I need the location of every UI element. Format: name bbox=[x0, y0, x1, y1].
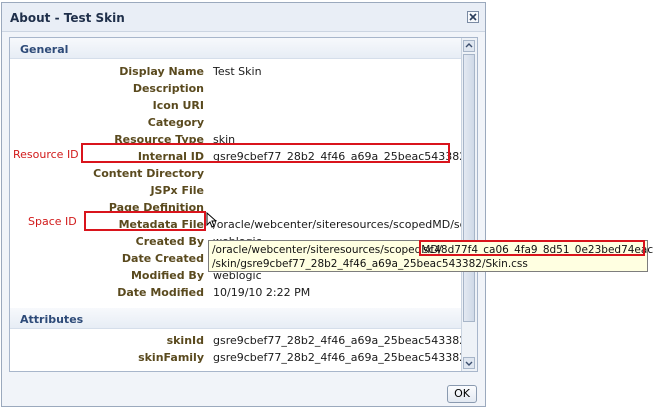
attr-label-skinfamily: skinFamily bbox=[138, 351, 204, 364]
tooltip-path-suffix: /skin/gsre9cbef77_28b2_4f46_a69a_25beac5… bbox=[212, 258, 528, 270]
attr-value-skinid: gsre9cbef77_28b2_4f46_a69a_25beac543382.… bbox=[213, 334, 477, 347]
scroll-down-button[interactable] bbox=[463, 357, 475, 369]
field-label-created-by: Created By bbox=[135, 235, 204, 248]
details-panel: General Display Name Test Skin Descripti… bbox=[9, 37, 478, 372]
field-label-date-created: Date Created bbox=[121, 252, 204, 265]
internal-id-highlight-box bbox=[81, 143, 450, 163]
field-label-jspx-file: JSPx File bbox=[150, 184, 204, 197]
attr-label-skinid: skinId bbox=[166, 334, 204, 347]
field-value-metadata-file[interactable]: /oracle/webcenter/siteresources/scopedMD… bbox=[213, 218, 477, 231]
ok-button[interactable]: OK bbox=[447, 385, 477, 403]
dialog-title: About - Test Skin bbox=[10, 11, 125, 25]
space-id-highlight-box bbox=[419, 240, 645, 256]
scroll-thumb[interactable] bbox=[463, 54, 475, 322]
space-id-annotation: Space ID bbox=[28, 215, 77, 228]
field-value-display-name: Test Skin bbox=[213, 65, 262, 78]
dialog-titlebar: About - Test Skin bbox=[2, 3, 485, 32]
field-label-modified-by: Modified By bbox=[130, 269, 204, 282]
vertical-scrollbar[interactable] bbox=[461, 38, 477, 371]
mouse-pointer-icon bbox=[206, 212, 216, 228]
scroll-up-button[interactable] bbox=[463, 40, 475, 52]
field-label-display-name: Display Name bbox=[119, 65, 204, 78]
field-label-category: Category bbox=[147, 116, 204, 129]
field-label-icon-uri: Icon URI bbox=[152, 99, 204, 112]
close-icon[interactable] bbox=[467, 11, 479, 23]
resource-id-annotation: Resource ID bbox=[13, 148, 79, 161]
section-header-general: General bbox=[10, 38, 462, 59]
about-dialog: About - Test Skin General Display Name T… bbox=[1, 2, 486, 407]
attributes-heading: Attributes bbox=[20, 313, 84, 326]
metadata-file-highlight-box bbox=[84, 211, 206, 231]
tooltip-path-prefix: /oracle/webcenter/siteresources/scopedMD… bbox=[212, 244, 442, 256]
general-heading: General bbox=[20, 43, 69, 56]
attr-value-skinfamily: gsre9cbef77_28b2_4f46_a69a_25beac543382 bbox=[213, 351, 467, 364]
field-label-description: Description bbox=[132, 82, 204, 95]
field-label-date-modified: Date Modified bbox=[117, 286, 204, 299]
field-value-date-modified: 10/19/10 2:22 PM bbox=[213, 286, 311, 299]
field-label-content-directory: Content Directory bbox=[93, 167, 204, 180]
section-header-attributes: Attributes bbox=[10, 308, 462, 329]
